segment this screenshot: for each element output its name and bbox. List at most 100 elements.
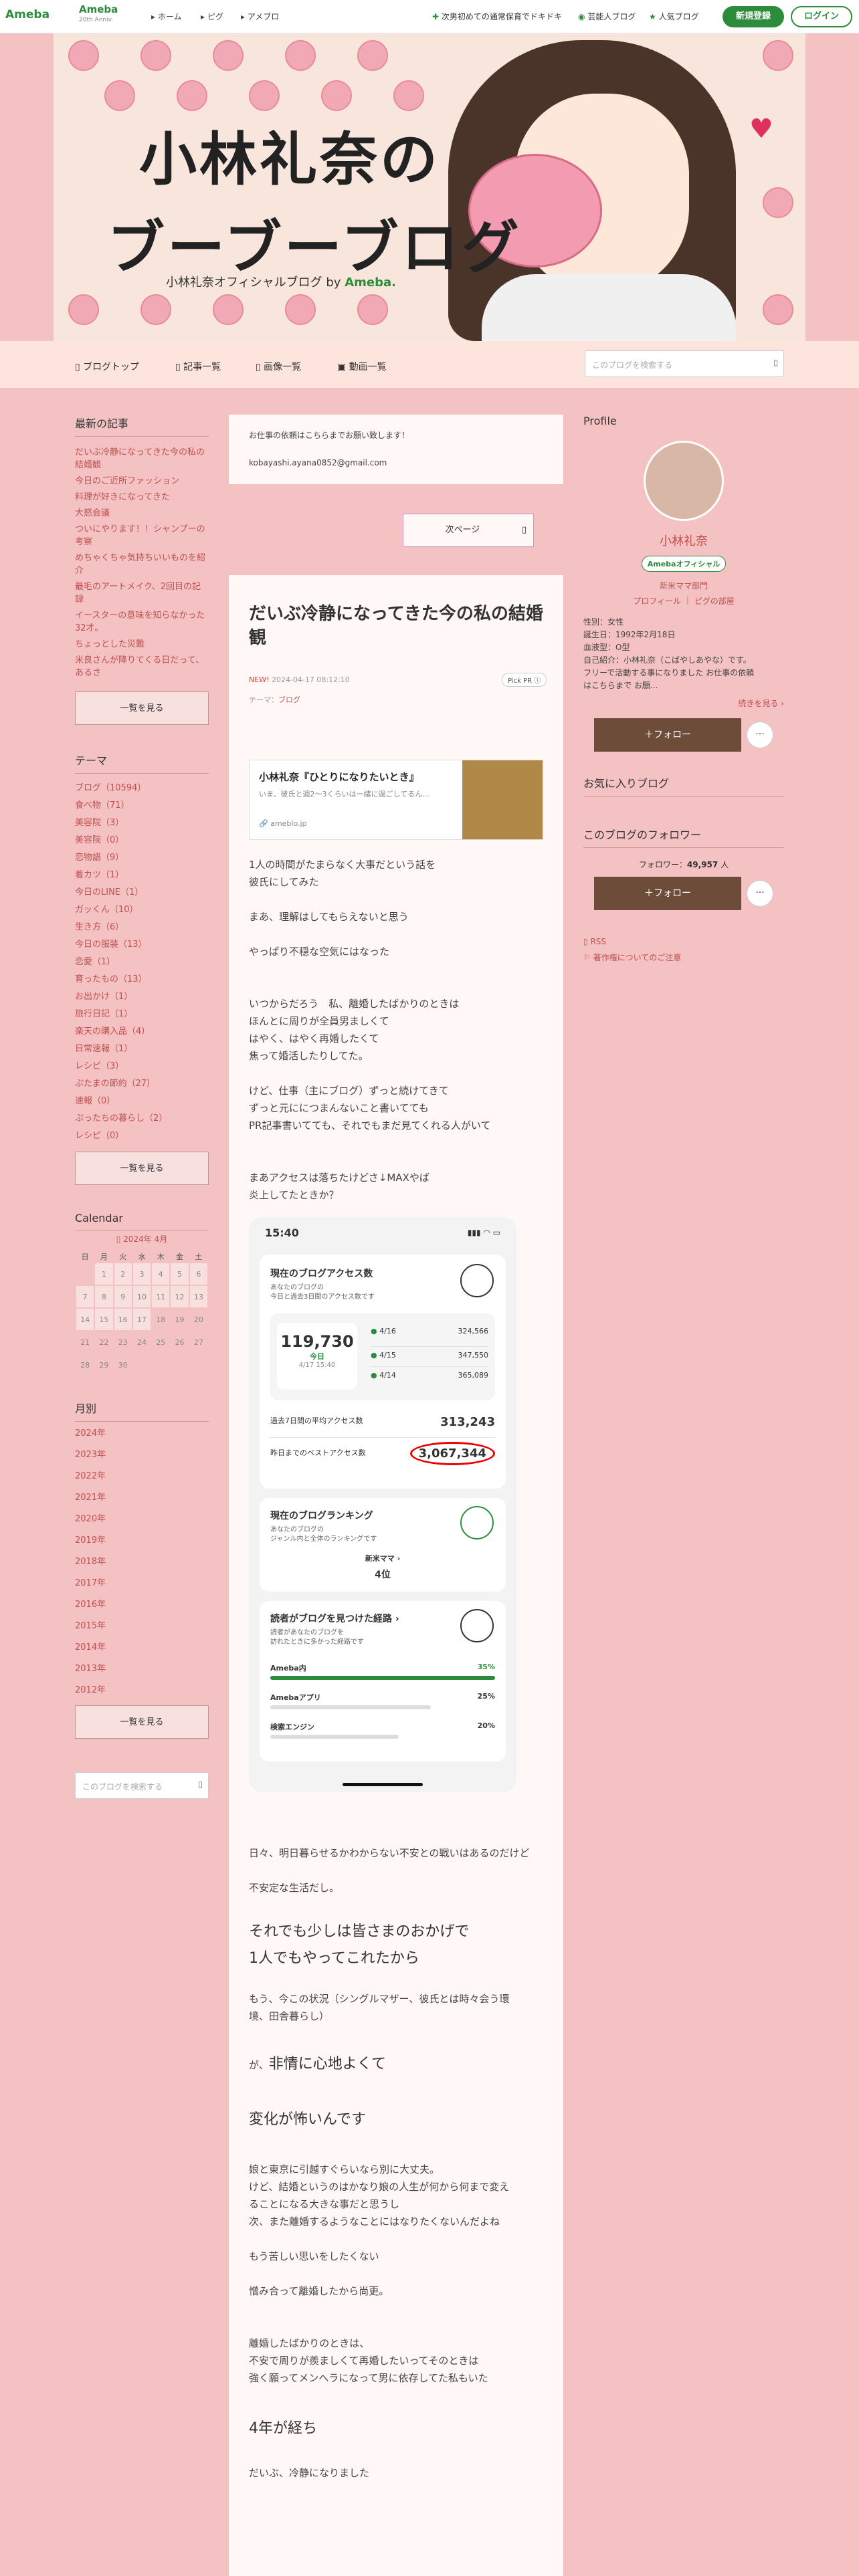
- theme-more-button[interactable]: 一覧を見る: [75, 1152, 209, 1185]
- theme-item[interactable]: お出かけ（1）: [75, 990, 209, 1003]
- blog-header-image[interactable]: ♥ 小林礼奈の ブーブーブログ 小林礼奈オフィシャルブログ by Ameba.: [54, 33, 805, 341]
- popular-blog-link[interactable]: ★ 人気ブログ: [649, 11, 699, 22]
- recent-item[interactable]: 料理が好きになってきた: [75, 491, 209, 504]
- calendar-day[interactable]: 4: [152, 1263, 170, 1285]
- nav-blog-top[interactable]: ▯ ブログトップ: [75, 360, 139, 373]
- calendar-day[interactable]: 9: [114, 1286, 132, 1307]
- nav-image-list[interactable]: ▯ 画像一覧: [256, 360, 301, 373]
- nav-ameblo[interactable]: ▸ アメブロ: [241, 11, 279, 22]
- calendar-day[interactable]: 10: [132, 1286, 151, 1307]
- calendar-day[interactable]: 13: [189, 1286, 207, 1307]
- profile-link[interactable]: プロフィール: [633, 597, 681, 606]
- calendar-day[interactable]: 11: [152, 1286, 170, 1307]
- theme-item[interactable]: ぷったちの暮らし（2）: [75, 1112, 209, 1125]
- recent-item[interactable]: 米良さんが降りてくる日だって、あるさ: [75, 654, 209, 679]
- month-item[interactable]: 2016年: [75, 1598, 209, 1611]
- ranking-genre[interactable]: 新米ママ ›: [260, 1553, 506, 1564]
- month-item[interactable]: 2021年: [75, 1491, 209, 1504]
- calendar-day[interactable]: 17: [132, 1309, 151, 1330]
- calendar-day[interactable]: 2: [114, 1263, 132, 1285]
- search-icon[interactable]: ▯: [198, 1780, 203, 1789]
- calendar-day[interactable]: 3: [132, 1263, 151, 1285]
- month-item[interactable]: 2015年: [75, 1620, 209, 1632]
- theme-item[interactable]: 美容院（3）: [75, 817, 209, 829]
- next-page-button[interactable]: 次ページ ▯: [403, 514, 534, 547]
- search-icon[interactable]: ▯: [773, 358, 778, 367]
- theme-item[interactable]: 生き方（6）: [75, 921, 209, 934]
- follow-button[interactable]: ＋フォロー: [594, 718, 741, 752]
- pick-pr-badge[interactable]: Pick PR ⓘ: [502, 673, 547, 687]
- recent-item[interactable]: 今日のご近所ファッション: [75, 475, 209, 488]
- profile-more-link[interactable]: 続きを見る ›: [583, 697, 784, 709]
- theme-item[interactable]: 速報（0）: [75, 1095, 209, 1107]
- month-item[interactable]: 2024年: [75, 1427, 209, 1440]
- monthly-more-button[interactable]: 一覧を見る: [75, 1705, 209, 1739]
- profile-name[interactable]: 小林礼奈: [583, 532, 784, 549]
- month-item[interactable]: 2013年: [75, 1662, 209, 1675]
- recent-item[interactable]: イースターの意味を知らなかった32才。: [75, 609, 209, 635]
- theme-link[interactable]: ブログ: [278, 695, 300, 704]
- theme-item[interactable]: 恋物語（9）: [75, 851, 209, 864]
- calendar-day[interactable]: 8: [95, 1286, 113, 1307]
- blog-search-input[interactable]: このブログを検索する ▯: [585, 350, 784, 377]
- month-item[interactable]: 2023年: [75, 1448, 209, 1461]
- notice-email[interactable]: kobayashi.ayana0852@gmail.com: [249, 458, 543, 467]
- prev-month-icon[interactable]: ▯: [116, 1235, 121, 1244]
- ameba-logo[interactable]: Ameba: [5, 8, 50, 21]
- recent-item[interactable]: ついにやります！！シャンプーの考察: [75, 523, 209, 548]
- article-title[interactable]: だいぶ冷静になってきた今の私の結婚観: [249, 602, 543, 650]
- month-item[interactable]: 2022年: [75, 1470, 209, 1483]
- signup-button[interactable]: 新規登録: [723, 6, 784, 27]
- theme-item[interactable]: 今日の服装（13）: [75, 938, 209, 951]
- theme-item[interactable]: 美容院（0）: [75, 834, 209, 847]
- month-item[interactable]: 2012年: [75, 1684, 209, 1697]
- recent-more-button[interactable]: 一覧を見る: [75, 691, 209, 725]
- month-item[interactable]: 2019年: [75, 1534, 209, 1547]
- calendar-day[interactable]: 12: [171, 1286, 189, 1307]
- calendar-day[interactable]: 6: [189, 1263, 207, 1285]
- nav-entry-list[interactable]: ▯ 記事一覧: [175, 360, 221, 373]
- theme-item[interactable]: 着カツ（1）: [75, 869, 209, 881]
- calendar-day[interactable]: 14: [76, 1309, 94, 1330]
- theme-item[interactable]: 旅行日記（1）: [75, 1008, 209, 1021]
- month-item[interactable]: 2018年: [75, 1555, 209, 1568]
- calendar-day[interactable]: 5: [171, 1263, 189, 1285]
- theme-item[interactable]: レシピ（0）: [75, 1130, 209, 1142]
- month-item[interactable]: 2017年: [75, 1577, 209, 1590]
- more-options-button[interactable]: ···: [747, 722, 773, 748]
- more-options-button-2[interactable]: ···: [747, 880, 773, 907]
- theme-item[interactable]: ブログ（10594）: [75, 782, 209, 794]
- calendar-day[interactable]: 16: [114, 1309, 132, 1330]
- theme-item[interactable]: 育ったもの（13）: [75, 973, 209, 986]
- calendar-day[interactable]: 15: [95, 1309, 113, 1330]
- calendar-day[interactable]: 1: [95, 1263, 113, 1285]
- celebrity-blog-link[interactable]: ◉ 芸能人ブログ: [578, 11, 636, 22]
- rss-link[interactable]: ▯ RSS: [583, 937, 784, 946]
- recent-item[interactable]: 大怒会議: [75, 507, 209, 520]
- theme-item[interactable]: 恋愛（1）: [75, 956, 209, 968]
- access-screenshot[interactable]: 15:40 ▮▮▮ ◠ ▭ 現在のブログアクセス数 あなたのブログの 今日と過去…: [249, 1217, 516, 1792]
- profile-genre[interactable]: 新米ママ部門: [583, 580, 784, 591]
- month-item[interactable]: 2014年: [75, 1641, 209, 1654]
- theme-item[interactable]: 日常速報（1）: [75, 1043, 209, 1055]
- recent-item[interactable]: めちゃくちゃ気持ちいいものを紹介: [75, 552, 209, 577]
- route-heading[interactable]: 読者がブログを見つけた経路 ›: [270, 1612, 399, 1625]
- trend-link[interactable]: ✚ 次男初めての通常保育でドキドキ: [432, 11, 562, 22]
- recent-item[interactable]: ちょっとした災難: [75, 638, 209, 651]
- copyright-link[interactable]: ⚐ 著作権についてのご注意: [583, 952, 784, 963]
- profile-avatar[interactable]: [644, 441, 724, 521]
- calendar-day[interactable]: 7: [76, 1286, 94, 1307]
- theme-item[interactable]: レシピ（3）: [75, 1060, 209, 1073]
- sidebar-search-input[interactable]: このブログを検索する ▯: [75, 1772, 209, 1799]
- recent-item[interactable]: だいぶ冷静になってきた今の私の結婚観: [75, 446, 209, 471]
- login-button[interactable]: ログイン: [791, 6, 852, 27]
- nav-video-list[interactable]: ▣ 動画一覧: [337, 360, 387, 373]
- follow-button-2[interactable]: ＋フォロー: [594, 877, 741, 910]
- embed-card[interactable]: 小林礼奈『ひとりになりたいとき』 いま、彼氏と週2〜3くらいは一緒に過ごしてるん…: [249, 760, 543, 840]
- theme-item[interactable]: 食べ物（71）: [75, 799, 209, 812]
- nav-home[interactable]: ▸ ホーム: [151, 11, 181, 22]
- theme-item[interactable]: 今日のLINE（1）: [75, 886, 209, 899]
- nav-pigg[interactable]: ▸ ピグ: [201, 11, 223, 22]
- pigg-room-link[interactable]: ピグの部屋: [694, 597, 735, 606]
- theme-item[interactable]: ぷたまの節約（27）: [75, 1077, 209, 1090]
